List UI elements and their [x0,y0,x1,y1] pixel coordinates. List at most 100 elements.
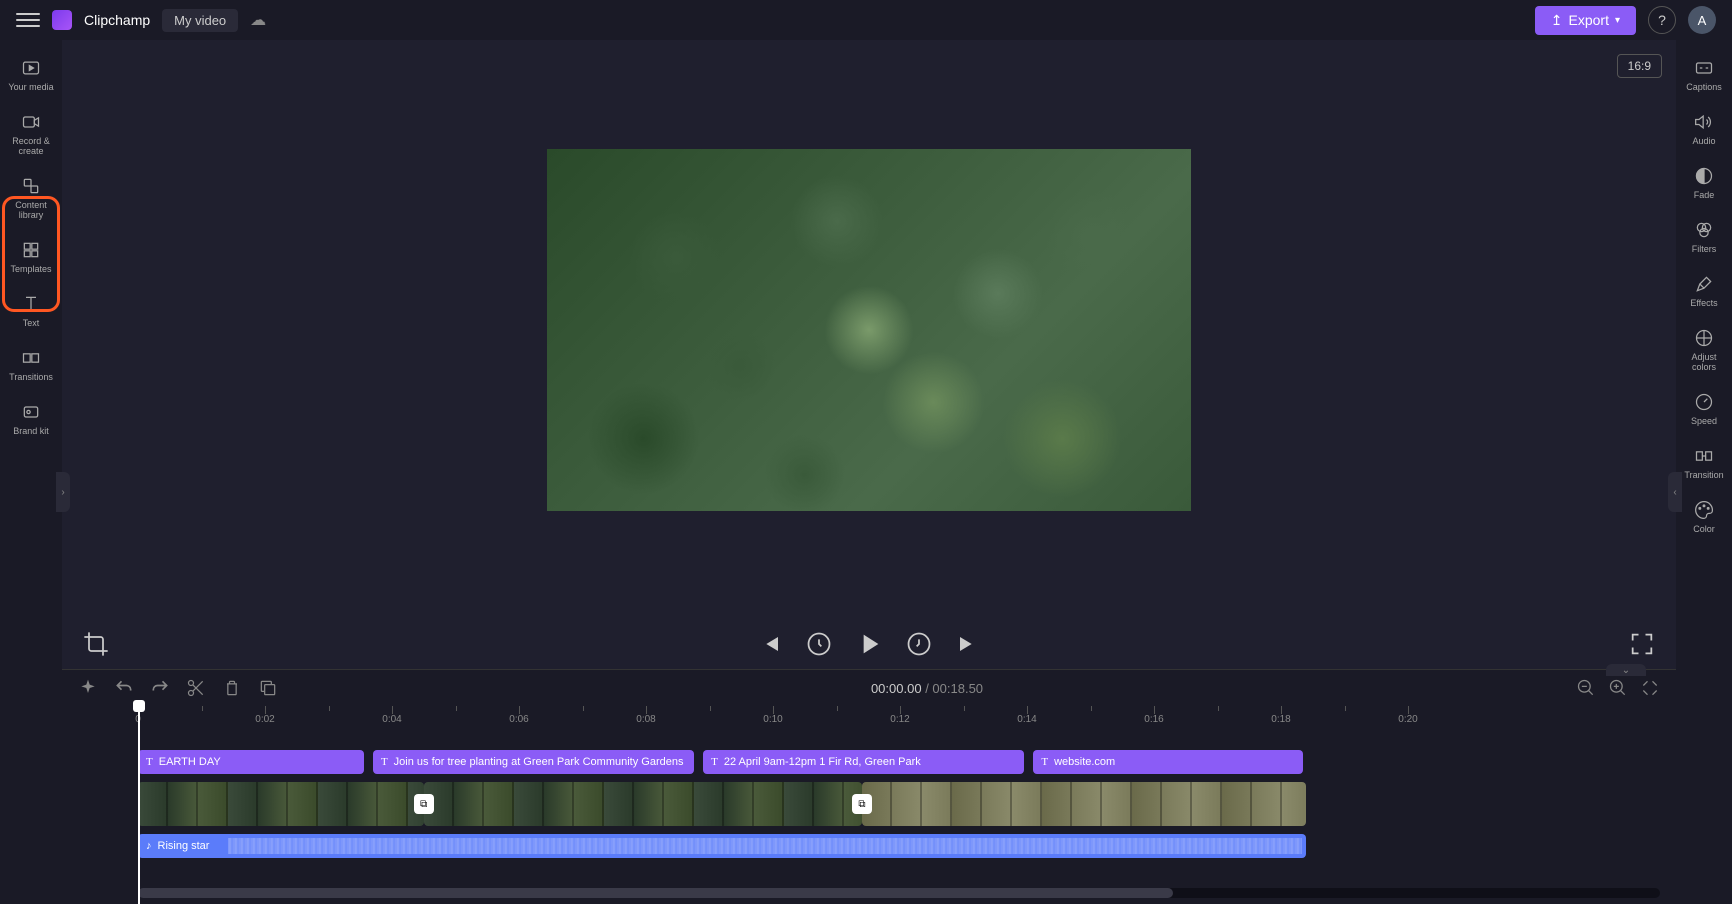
ruler-tick [900,706,901,714]
ruler-tick [773,706,774,714]
sidebar-item-captions[interactable]: Captions [1679,50,1729,100]
playhead[interactable] [138,706,140,904]
rewind-button[interactable] [805,630,833,658]
ruler-label: 0:16 [1144,714,1163,725]
undo-button[interactable] [114,678,134,698]
help-button[interactable]: ? [1648,6,1676,34]
sidebar-item-audio[interactable]: Audio [1679,104,1729,154]
timeline-scrollbar[interactable] [138,888,1660,898]
crop-tool-button[interactable] [82,630,110,658]
aspect-ratio-selector[interactable]: 16:9 [1617,54,1662,78]
delete-button[interactable] [222,678,242,698]
scrollbar-thumb[interactable] [138,888,1173,898]
ruler-minor-tick [837,706,838,711]
ruler-label: 0:04 [382,714,401,725]
project-name[interactable]: My video [162,9,238,32]
music-note-icon: ♪ [146,840,152,852]
filters-icon [1694,220,1714,240]
upload-icon: ↥ [1551,12,1563,29]
sidebar-item-speed[interactable]: Speed [1679,384,1729,434]
zoom-out-button[interactable] [1576,678,1596,698]
menu-button[interactable] [16,8,40,32]
app-name: Clipchamp [84,12,150,28]
text-icon: T [381,756,388,768]
content-library-icon [21,176,41,196]
text-clip[interactable]: T EARTH DAY [138,750,364,774]
video-preview[interactable] [547,149,1191,511]
fade-icon [1694,166,1714,186]
timeline: ⌄ 00:00.00 / 00:18.50 00:020:040:060: [62,669,1676,904]
ruler-label: 0:12 [890,714,909,725]
video-clip[interactable] [862,782,1307,826]
transition-marker[interactable]: ⧉ [852,794,872,814]
ruler-tick [646,706,647,714]
captions-icon [1694,58,1714,78]
redo-button[interactable] [150,678,170,698]
audio-clip[interactable]: ♪Rising star [138,834,1306,858]
chevron-down-icon: ▾ [1615,15,1620,26]
sidebar-item-color[interactable]: Color [1679,492,1729,542]
sidebar-item-transitions[interactable]: Transitions [3,340,59,390]
text-clip[interactable]: T22 April 9am-12pm 1 Fir Rd, Green Park [703,750,1024,774]
ruler-tick [1408,706,1409,714]
skip-forward-button[interactable] [953,630,981,658]
media-icon [21,58,41,78]
forward-button[interactable] [905,630,933,658]
app-logo-icon [52,10,72,30]
ruler-label: 0:06 [509,714,528,725]
ruler-tick [519,706,520,714]
sidebar-item-adjust-colors[interactable]: Adjust colors [1679,320,1729,380]
duplicate-button[interactable] [258,678,278,698]
video-clip[interactable] [424,782,862,826]
sidebar-item-text[interactable]: Text [3,286,59,336]
color-icon [1694,500,1714,520]
record-icon [21,112,41,132]
fullscreen-button[interactable] [1628,630,1656,658]
transition-icon [1694,446,1714,466]
skip-back-button[interactable] [757,630,785,658]
video-clip[interactable] [138,782,424,826]
transition-marker[interactable]: ⧉ [414,794,434,814]
export-button[interactable]: ↥ Export ▾ [1535,6,1636,35]
timeline-ruler[interactable]: 00:020:040:060:080:100:120:140:160:180:2… [138,706,1676,730]
user-avatar[interactable]: A [1688,6,1716,34]
ruler-minor-tick [1345,706,1346,711]
preview-content [547,149,1191,511]
ruler-minor-tick [583,706,584,711]
ruler-minor-tick [964,706,965,711]
sidebar-item-transition[interactable]: Transition [1679,438,1729,488]
audio-track: ♪Rising star [138,834,1660,858]
sidebar-item-effects[interactable]: Effects [1679,266,1729,316]
sidebar-item-templates[interactable]: Templates [3,232,59,282]
play-button[interactable] [853,628,885,660]
zoom-in-button[interactable] [1608,678,1628,698]
text-clip[interactable]: T Join us for tree planting at Green Park… [373,750,694,774]
sidebar-item-brand-kit[interactable]: Brand kit [3,394,59,444]
transitions-icon [21,348,41,368]
sidebar-item-record-create[interactable]: Record & create [3,104,59,164]
brand-kit-icon [21,402,41,422]
auto-enhance-button[interactable] [78,678,98,698]
ruler-minor-tick [329,706,330,711]
sync-status-icon[interactable]: ☁ [250,10,266,30]
templates-icon [21,240,41,260]
ruler-minor-tick [202,706,203,711]
sidebar-item-filters[interactable]: Filters [1679,212,1729,262]
split-button[interactable] [186,678,206,698]
clip-label: EARTH DAY [159,756,221,768]
collapse-timeline[interactable]: ⌄ [1606,664,1646,676]
ruler-label: 0:10 [763,714,782,725]
adjust-colors-icon [1694,328,1714,348]
ruler-label: 0:08 [636,714,655,725]
collapse-right-panel[interactable]: ‹ [1668,472,1682,512]
effects-icon [1694,274,1714,294]
zoom-fit-button[interactable] [1640,678,1660,698]
text-icon: T [711,756,718,768]
sidebar-item-your-media[interactable]: Your media [3,50,59,100]
clip-label: Join us for tree planting at Green Park … [394,756,684,768]
sidebar-item-fade[interactable]: Fade [1679,158,1729,208]
text-icon: T [146,756,153,768]
sidebar-item-content-library[interactable]: Content library [3,168,59,228]
text-clip[interactable]: Twebsite.com [1033,750,1303,774]
text-icon [21,294,41,314]
